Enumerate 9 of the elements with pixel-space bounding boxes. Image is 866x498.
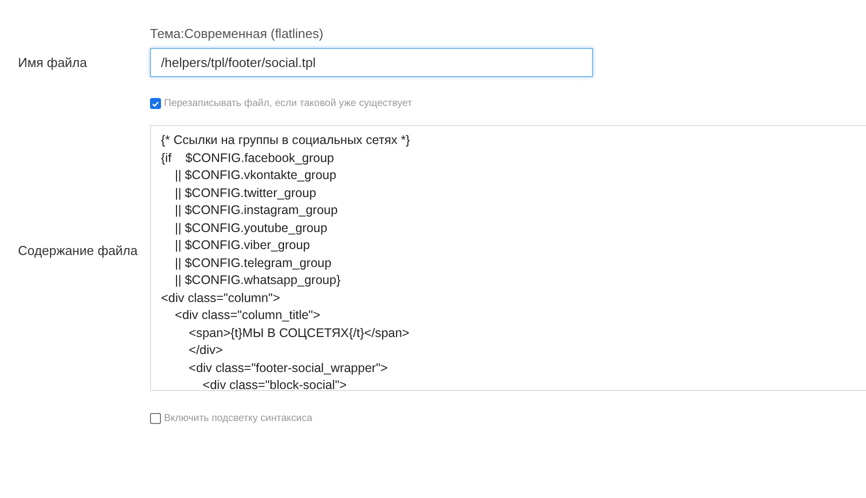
overwrite-checkbox[interactable] (150, 98, 161, 109)
theme-caption: Тема:Современная (flatlines) (150, 26, 324, 41)
field-label: Содержание файла (17, 242, 139, 258)
code-editor[interactable]: {* Ссылки на группы в социальных сетях *} {if $CONFIG.facebook_group || $CONFIG.vkontakte_group || $CONFIG.twitter_group || $CONFIG.instagram_group || $CONFIG.youtube_group || $CONFIG.viber_group || $CONFIG.telegram_group || $CONFIG.whatsapp_group} <div class="column"> <div class="column_title"> <span>{t}МЫ В СОЦСЕТЯХ{/t}</span> </div> <div class="footer-social_wrapper"> <div class="block-social"> (150, 125, 866, 391)
checkbox-label: Включить подсветку синтаксиса (164, 413, 312, 424)
checkbox-label: Перезаписывать файл, если таковой уже существует (164, 98, 412, 109)
file-name-field[interactable]: /helpers/tpl/footer/social.tpl (150, 48, 593, 77)
highlight-checkbox[interactable] (150, 413, 161, 424)
field-label: Имя файла (17, 55, 88, 70)
